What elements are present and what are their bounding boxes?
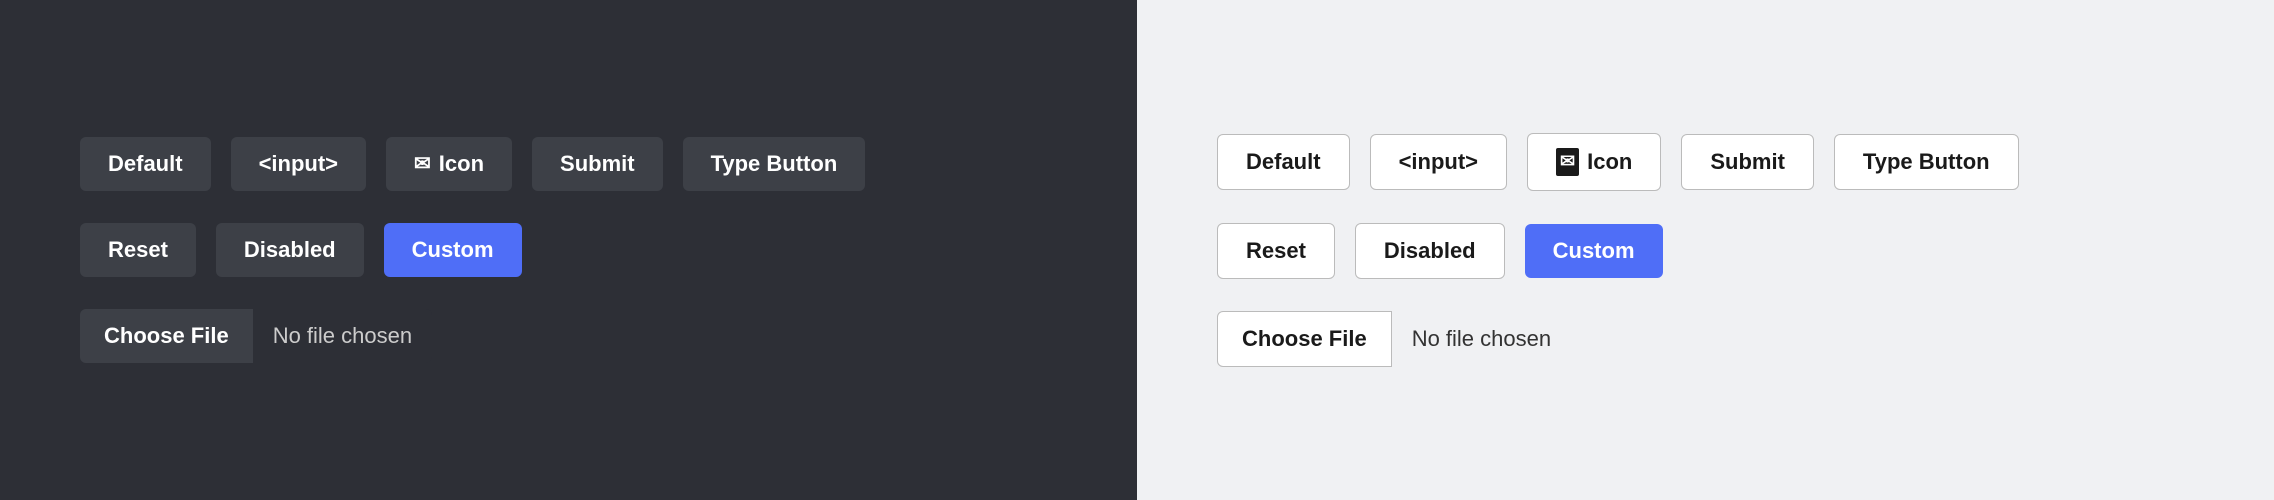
light-reset-label: Reset <box>1246 238 1306 264</box>
light-no-file-text: No file chosen <box>1392 312 1571 366</box>
light-disabled-label: Disabled <box>1384 238 1476 264</box>
mail-icon: ✉ <box>1560 151 1575 173</box>
light-input-button[interactable]: <input> <box>1370 134 1507 190</box>
dark-type-button-label: Type Button <box>711 151 838 177</box>
light-choose-file-button[interactable]: Choose File <box>1217 311 1392 367</box>
light-row-2: Reset Disabled Custom <box>1217 223 1663 279</box>
light-reset-button[interactable]: Reset <box>1217 223 1335 279</box>
light-submit-label: Submit <box>1710 149 1785 175</box>
dark-file-input-area: Choose File No file chosen <box>80 309 432 363</box>
light-choose-file-label: Choose File <box>1242 326 1367 351</box>
dark-row-2: Reset Disabled Custom <box>80 223 522 277</box>
dark-disabled-label: Disabled <box>244 237 336 263</box>
light-type-button-label: Type Button <box>1863 149 1990 175</box>
dark-no-file-text: No file chosen <box>253 309 432 363</box>
dark-icon-button[interactable]: ✉ Icon <box>386 137 512 191</box>
dark-reset-button[interactable]: Reset <box>80 223 196 277</box>
dark-input-button[interactable]: <input> <box>231 137 366 191</box>
light-custom-label: Custom <box>1553 238 1635 263</box>
light-submit-button[interactable]: Submit <box>1681 134 1814 190</box>
dark-custom-label: Custom <box>412 237 494 262</box>
light-disabled-button[interactable]: Disabled <box>1355 223 1505 279</box>
light-row-1: Default <input> ✉ Icon Submit Type Butto… <box>1217 133 2019 191</box>
light-custom-button[interactable]: Custom <box>1525 224 1663 278</box>
dark-submit-button[interactable]: Submit <box>532 137 663 191</box>
light-file-input-area: Choose File No file chosen <box>1217 311 1571 367</box>
dark-choose-file-button[interactable]: Choose File <box>80 309 253 363</box>
light-icon-label: Icon <box>1587 149 1632 175</box>
light-default-button[interactable]: Default <box>1217 134 1350 190</box>
dark-icon-label: Icon <box>439 151 484 177</box>
dark-panel: Default <input> ✉ Icon Submit Type Butto… <box>0 0 1137 500</box>
light-default-label: Default <box>1246 149 1321 175</box>
dark-disabled-button[interactable]: Disabled <box>216 223 364 277</box>
dark-custom-button[interactable]: Custom <box>384 223 522 277</box>
dark-default-label: Default <box>108 151 183 177</box>
dark-row-1: Default <input> ✉ Icon Submit Type Butto… <box>80 137 865 191</box>
light-input-label: <input> <box>1399 149 1478 175</box>
dark-submit-label: Submit <box>560 151 635 177</box>
light-icon-button[interactable]: ✉ Icon <box>1527 133 1661 191</box>
light-type-button-button[interactable]: Type Button <box>1834 134 2019 190</box>
dark-type-button-button[interactable]: Type Button <box>683 137 866 191</box>
light-panel: Default <input> ✉ Icon Submit Type Butto… <box>1137 0 2274 500</box>
mail-icon-dark-bg: ✉ <box>1556 148 1579 176</box>
dark-choose-file-label: Choose File <box>104 323 229 348</box>
dark-reset-label: Reset <box>108 237 168 263</box>
dark-default-button[interactable]: Default <box>80 137 211 191</box>
dark-input-label: <input> <box>259 151 338 177</box>
mail-icon: ✉ <box>414 152 431 176</box>
